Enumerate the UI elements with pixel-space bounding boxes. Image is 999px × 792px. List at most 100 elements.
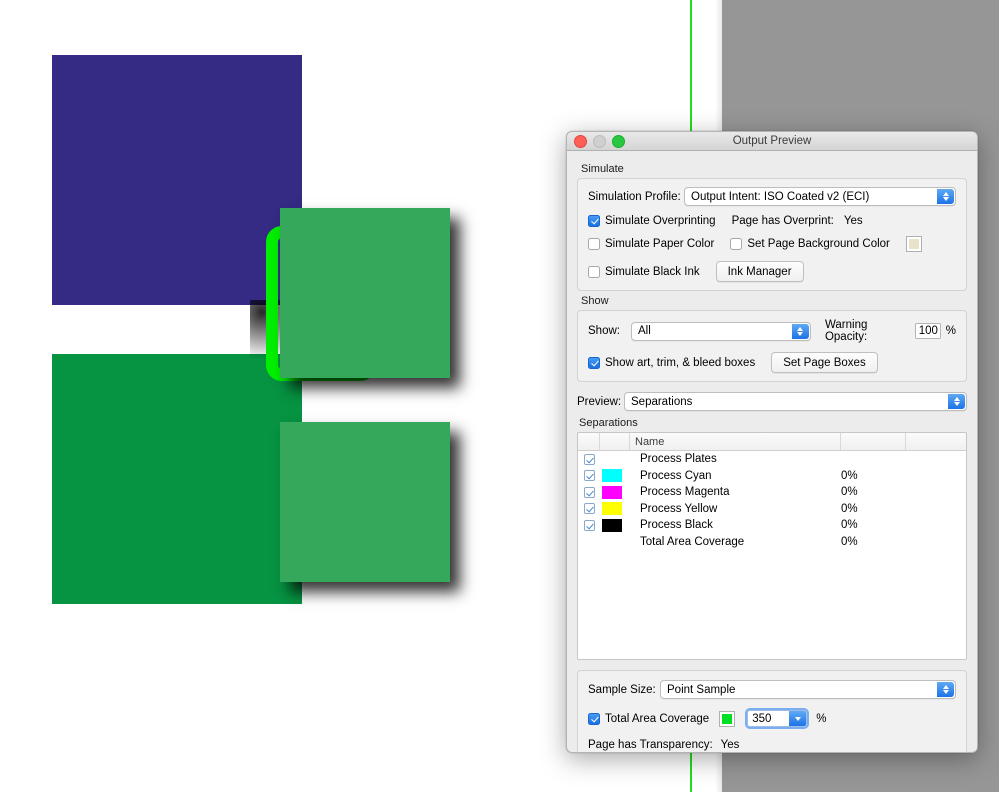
simulate-black-ink-label: Simulate Black Ink	[605, 265, 700, 278]
artwork-green-square-top[interactable]	[280, 208, 450, 378]
artwork-purple-square[interactable]	[52, 55, 302, 305]
ink-color-swatch	[602, 502, 622, 516]
row-value-cell: 0%	[841, 502, 858, 515]
total-area-coverage-row: Total Area Coverage 350 %	[588, 708, 956, 729]
artwork-dark-green-square[interactable]	[52, 354, 302, 604]
warning-opacity-input[interactable]: 100	[914, 323, 941, 339]
row-name-cell: Process Plates	[640, 453, 717, 466]
set-page-boxes-button[interactable]: Set Page Boxes	[771, 352, 878, 373]
row-ink-swatch-cell	[600, 518, 630, 532]
preview-row: Preview: Separations	[577, 392, 967, 411]
table-row[interactable]: Process Magenta 0%	[578, 484, 966, 501]
black-ink-row: Simulate Black Ink Ink Manager	[588, 261, 956, 282]
checkbox-icon[interactable]	[583, 470, 595, 482]
checkbox-icon[interactable]	[583, 453, 595, 465]
row-checkbox-cell[interactable]	[578, 453, 600, 465]
table-header-extra[interactable]	[906, 433, 966, 450]
output-preview-window[interactable]: Output Preview Simulate Simulation Profi…	[566, 131, 978, 753]
simulate-overprinting-row: Simulate Overprinting Page has Overprint…	[588, 215, 956, 227]
table-header-check[interactable]	[578, 433, 600, 450]
row-name-cell: Process Cyan	[640, 469, 712, 482]
row-checkbox-cell[interactable]	[578, 486, 600, 498]
zoom-button[interactable]	[612, 134, 625, 148]
simulate-paper-color-checkbox[interactable]: Simulate Paper Color	[588, 238, 714, 250]
total-area-coverage-swatch[interactable]	[719, 710, 736, 727]
window-title: Output Preview	[732, 135, 812, 147]
table-header-row: Name	[578, 433, 966, 451]
checkbox-icon	[588, 238, 600, 250]
table-row[interactable]: Total Area Coverage 0%	[578, 534, 966, 551]
row-value-cell: 0%	[841, 519, 858, 532]
show-section-label: Show	[581, 295, 609, 307]
ink-color-swatch	[602, 469, 622, 483]
page-has-transparency-value: Yes	[720, 739, 740, 751]
simulate-black-ink-checkbox[interactable]: Simulate Black Ink	[588, 265, 700, 278]
show-group: Show: All Warning Opacity: 100 % Show ar…	[577, 310, 967, 382]
separations-rows: Process Plates Process Cyan 0% Process Mage…	[578, 451, 966, 550]
row-checkbox-cell[interactable]	[578, 519, 600, 531]
ink-color-swatch	[602, 485, 622, 499]
table-row[interactable]: Process Plates	[578, 451, 966, 468]
page-has-overprint-label: Page has Overprint:	[731, 215, 834, 227]
show-boxes-checkbox[interactable]: Show art, trim, & bleed boxes	[588, 356, 755, 369]
minimize-button[interactable]	[593, 134, 606, 148]
separations-table[interactable]: Name Process Plates Process Cyan 0% Process…	[577, 432, 967, 660]
artwork-green-square-bottom[interactable]	[280, 422, 450, 582]
paper-color-row: Simulate Paper Color Set Page Background…	[588, 236, 956, 252]
checkbox-icon	[588, 712, 600, 725]
show-value: All	[637, 325, 651, 337]
sample-size-dropdown[interactable]: Point Sample	[660, 680, 956, 699]
close-button[interactable]	[574, 134, 587, 148]
footer-group: Sample Size: Point Sample Total Area Cov…	[577, 670, 967, 752]
row-checkbox-cell[interactable]	[578, 503, 600, 515]
total-area-coverage-label: Total Area Coverage	[605, 712, 710, 725]
checkbox-icon[interactable]	[583, 503, 595, 515]
checkbox-icon[interactable]	[583, 519, 595, 531]
set-page-background-color-checkbox[interactable]: Set Page Background Color	[730, 238, 890, 250]
simulate-group: Simulation Profile: Output Intent: ISO C…	[577, 178, 967, 291]
row-name-cell: Process Yellow	[640, 502, 718, 515]
simulation-profile-dropdown[interactable]: Output Intent: ISO Coated v2 (ECI)	[684, 187, 956, 206]
total-area-coverage-combo[interactable]: 350	[745, 708, 810, 729]
row-ink-swatch-cell	[600, 485, 630, 499]
show-dropdown[interactable]: All	[630, 321, 811, 341]
set-page-background-color-label: Set Page Background Color	[747, 238, 890, 250]
total-area-coverage-value: 350	[752, 712, 772, 725]
show-boxes-row: Show art, trim, & bleed boxes Set Page B…	[588, 352, 956, 373]
show-label: Show:	[588, 325, 620, 337]
simulation-profile-label: Simulation Profile:	[588, 190, 681, 203]
page-has-transparency-row: Page has Transparency: Yes	[588, 739, 956, 751]
simulate-overprinting-label: Simulate Overprinting	[605, 215, 716, 227]
table-header-name[interactable]: Name	[630, 433, 841, 450]
window-titlebar[interactable]: Output Preview	[567, 132, 977, 151]
page-background-color-swatch[interactable]	[905, 236, 922, 252]
checkbox-icon[interactable]	[583, 486, 595, 498]
table-row[interactable]: Process Black 0%	[578, 517, 966, 534]
separations-section-label: Separations	[579, 417, 638, 429]
table-header-value[interactable]	[841, 433, 906, 450]
show-row: Show: All Warning Opacity: 100 %	[588, 319, 956, 343]
checkbox-icon	[588, 356, 600, 369]
total-area-coverage-checkbox[interactable]: Total Area Coverage	[588, 712, 710, 725]
sample-size-label: Sample Size:	[588, 683, 656, 696]
page-has-transparency-label: Page has Transparency:	[588, 739, 713, 751]
row-name-cell: Total Area Coverage	[640, 535, 745, 548]
warning-opacity-unit: %	[945, 325, 956, 337]
ink-manager-button[interactable]: Ink Manager	[715, 261, 804, 282]
checkbox-icon	[588, 215, 600, 227]
row-checkbox-cell[interactable]	[578, 470, 600, 482]
table-row[interactable]: Process Yellow 0%	[578, 501, 966, 518]
chevron-down-icon[interactable]	[789, 711, 807, 726]
table-header-swatch[interactable]	[600, 433, 630, 450]
simulation-profile-row: Simulation Profile: Output Intent: ISO C…	[588, 187, 956, 206]
simulate-paper-color-label: Simulate Paper Color	[605, 238, 715, 250]
ink-color-swatch	[602, 518, 622, 532]
row-ink-swatch-cell	[600, 502, 630, 516]
preview-dropdown[interactable]: Separations	[624, 392, 967, 411]
chevron-updown-icon	[937, 189, 954, 204]
checkbox-icon	[588, 265, 600, 278]
simulate-overprinting-checkbox[interactable]: Simulate Overprinting	[588, 215, 716, 227]
row-name-cell: Process Black	[640, 519, 713, 532]
sample-size-value: Point Sample	[667, 683, 736, 696]
table-row[interactable]: Process Cyan 0%	[578, 468, 966, 485]
